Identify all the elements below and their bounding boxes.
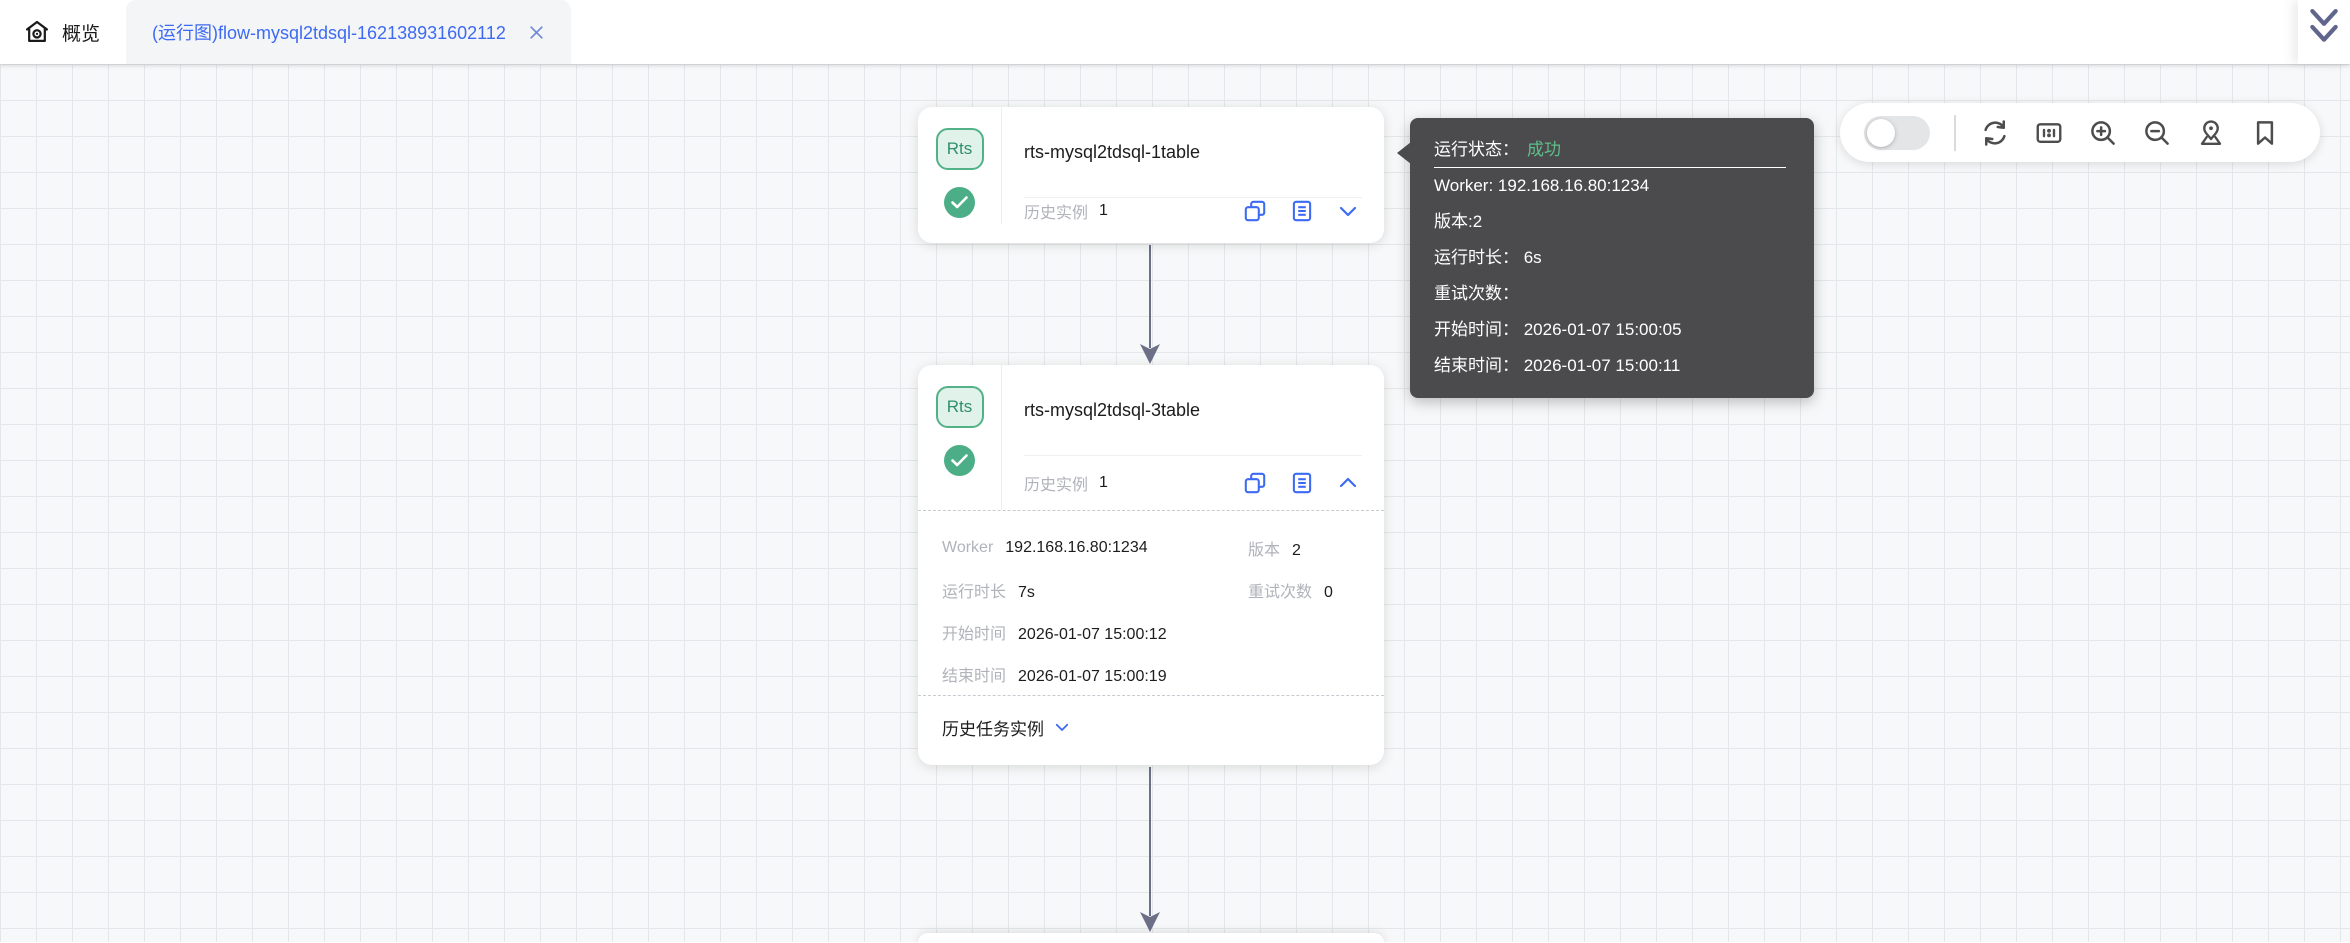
home-icon: [23, 18, 51, 46]
edge-node1-node2: [1138, 245, 1162, 365]
end-time-label: 结束时间: [942, 662, 1006, 686]
node1-title: rts-mysql2tdsql-1table: [1024, 142, 1200, 163]
copy-icon[interactable]: [1242, 198, 1268, 224]
zoom-out-icon[interactable]: [2142, 118, 2172, 148]
node2-run-details: Worker 192.168.16.80:1234 版本 2 运行时长 7s 重…: [918, 511, 1384, 695]
worker-value: 192.168.16.80:1234: [1005, 539, 1147, 557]
top-bar: 概览 (运行图)flow-mysql2tdsql-162138931602112: [0, 0, 2350, 64]
overview-home[interactable]: 概览: [23, 0, 100, 64]
run-status-label: 运行状态：: [1434, 135, 1519, 160]
task-node-1[interactable]: Rts rts-mysql2tdsql-1table 历史实例 1: [918, 107, 1384, 243]
tooltip-pointer: [1397, 142, 1411, 164]
end-time-value: 2026-01-07 15:00:19: [1018, 668, 1167, 686]
tooltip-retry: 重试次数：: [1434, 276, 1792, 312]
duration-value: 7s: [1018, 584, 1035, 602]
retry-value: 0: [1324, 584, 1333, 602]
run-status-tooltip: 运行状态： 成功 Worker: 192.168.16.80:1234 版本:2…: [1410, 118, 1814, 398]
task-type-badge: Rts: [936, 386, 984, 428]
tab-run-graph[interactable]: (运行图)flow-mysql2tdsql-162138931602112: [126, 0, 571, 64]
task-type-badge: Rts: [936, 128, 984, 170]
history-instance-label: 历史实例: [1024, 199, 1088, 223]
copy-icon[interactable]: [1242, 470, 1268, 496]
start-time-value: 2026-01-07 15:00:12: [1018, 626, 1167, 644]
history-task-instances-label: 历史任务实例: [942, 715, 1044, 740]
tooltip-version: 版本:2: [1434, 204, 1792, 240]
run-status-value: 成功: [1527, 135, 1561, 160]
version-value: 2: [1292, 542, 1301, 560]
overview-label: 概览: [62, 19, 100, 46]
canvas-toolbar: [1840, 103, 2320, 162]
log-icon[interactable]: [1289, 198, 1315, 224]
node2-status-column: Rts: [918, 365, 1002, 510]
tab-close-icon[interactable]: [528, 24, 545, 41]
expand-chevron-down-icon[interactable]: [1336, 198, 1362, 224]
retry-label: 重试次数: [1248, 578, 1312, 602]
bookmark-icon[interactable]: [2250, 118, 2280, 148]
toolbar-divider: [1954, 115, 1956, 151]
edge-node2-node3: [1138, 767, 1162, 933]
toggle-knob: [1867, 119, 1895, 147]
canvas-toggle[interactable]: [1864, 116, 1930, 150]
actual-size-icon[interactable]: [2034, 118, 2064, 148]
footer-chevron-down-icon: [1053, 718, 1071, 736]
tooltip-start-time: 开始时间： 2026-01-07 15:00:05: [1434, 312, 1792, 348]
collapse-chevron-up-icon[interactable]: [1336, 470, 1362, 496]
version-label: 版本: [1248, 536, 1280, 560]
zoom-in-icon[interactable]: [2088, 118, 2118, 148]
refresh-icon[interactable]: [1980, 118, 2010, 148]
tooltip-duration: 运行时长： 6s: [1434, 240, 1792, 276]
node2-title: rts-mysql2tdsql-3table: [1024, 400, 1200, 421]
double-chevron-down-icon: [2306, 6, 2342, 50]
history-instance-count: 1: [1099, 202, 1108, 220]
worker-label: Worker: [942, 539, 993, 557]
node1-status-column: Rts: [918, 107, 1002, 224]
duration-label: 运行时长: [942, 578, 1006, 602]
log-icon[interactable]: [1289, 470, 1315, 496]
start-time-label: 开始时间: [942, 620, 1006, 644]
tooltip-end-time: 结束时间： 2026-01-07 15:00:11: [1434, 348, 1792, 384]
tab-label: (运行图)flow-mysql2tdsql-162138931602112: [152, 19, 506, 45]
history-instance-count: 1: [1099, 474, 1108, 492]
tooltip-worker: Worker: 192.168.16.80:1234: [1434, 168, 1792, 204]
locate-icon[interactable]: [2196, 118, 2226, 148]
history-task-instances-toggle[interactable]: 历史任务实例: [918, 696, 1384, 765]
collapse-panel-button[interactable]: [2298, 0, 2350, 64]
success-status-icon: [944, 445, 975, 476]
task-node-2[interactable]: Rts rts-mysql2tdsql-3table 历史实例 1: [918, 365, 1384, 765]
success-status-icon: [944, 187, 975, 218]
history-instance-label: 历史实例: [1024, 471, 1088, 495]
